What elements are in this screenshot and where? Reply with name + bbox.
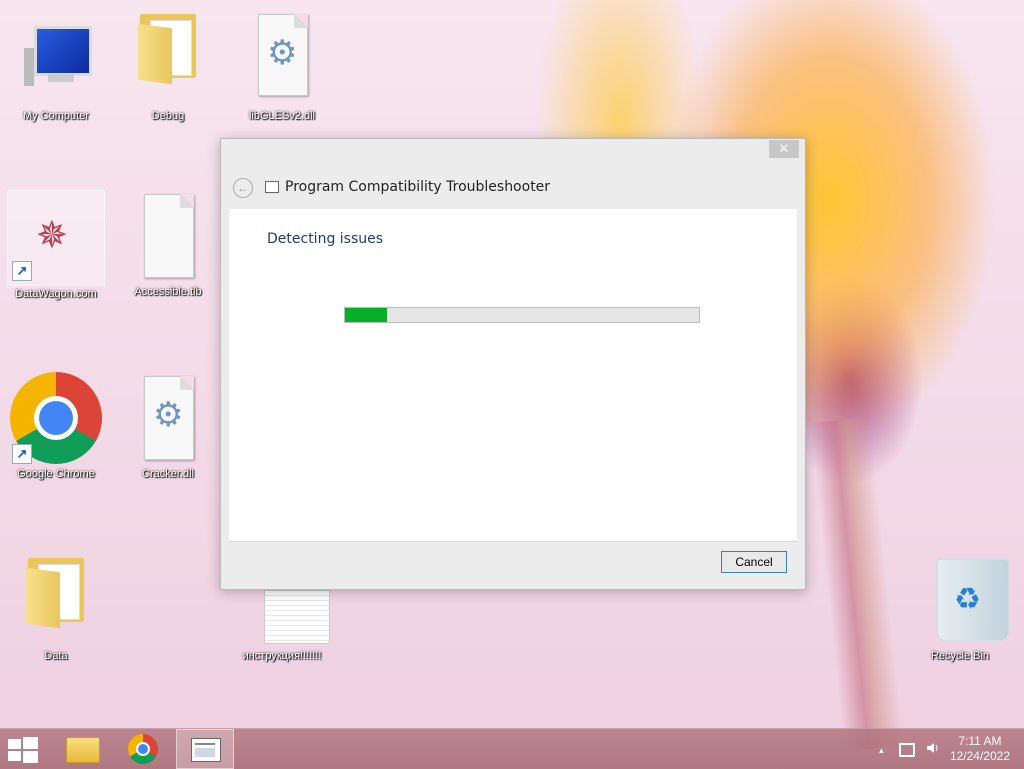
clock-date: 12/24/2022 xyxy=(949,749,1010,763)
desktop-icon-label: Google Chrome xyxy=(17,468,95,480)
desktop-icon-label: libGLESv2.dll xyxy=(248,110,316,122)
shortcut-arrow-icon: ↗ xyxy=(12,261,32,281)
folder-icon xyxy=(20,552,92,648)
troubleshooter-dialog: ✕ ← Program Compatibility Troubleshooter… xyxy=(220,138,806,590)
recycle-bin-icon: ♻ xyxy=(924,552,1010,648)
taskbar-troubleshooter[interactable] xyxy=(176,729,234,769)
progress-bar xyxy=(344,307,700,323)
folder-icon xyxy=(132,8,204,108)
clock-time: 7:11 AM xyxy=(958,734,1002,748)
wallpaper-flower-stem xyxy=(810,416,905,752)
desktop-icon-datawagon[interactable]: ✵ ↗ DataWagon.com xyxy=(6,190,106,300)
desktop-icon-my-computer[interactable]: My Computer xyxy=(6,18,106,122)
file-icon xyxy=(132,190,204,284)
desktop-icon-accessible-tlb[interactable]: Accessible.tlb xyxy=(118,190,218,298)
desktop-icon-instruction[interactable]: инструкция!!!!!!! xyxy=(232,588,332,662)
troubleshooter-icon xyxy=(191,738,221,762)
dialog-content: Detecting issues xyxy=(229,209,797,541)
chrome-icon: ↗ xyxy=(8,370,104,466)
text-file-icon xyxy=(246,588,330,648)
status-heading: Detecting issues xyxy=(267,231,384,247)
troubleshooter-icon xyxy=(265,181,279,193)
dll-file-icon: ⚙ xyxy=(246,8,318,108)
footer-divider xyxy=(229,541,797,542)
desktop-icon-label: DataWagon.com xyxy=(15,288,97,300)
desktop-icon-recycle-bin[interactable]: ♻ Recycle Bin xyxy=(910,552,1010,662)
dialog-title: Program Compatibility Troubleshooter xyxy=(285,179,551,195)
desktop-icon-cracker-dll[interactable]: ⚙ Cracker.dll xyxy=(118,372,218,480)
datawagon-logo-icon: ✵ ↗ xyxy=(7,190,105,286)
desktop-icon-label: Recycle Bin xyxy=(930,650,990,662)
desktop-icon-label: Cracker.dll xyxy=(142,468,194,480)
taskbar: ▲ 7:11 AM 12/24/2022 xyxy=(0,728,1024,769)
back-arrow-icon[interactable]: ← xyxy=(233,178,253,198)
dll-file-icon: ⚙ xyxy=(132,372,204,466)
desktop-icon-google-chrome[interactable]: ↗ Google Chrome xyxy=(6,370,106,480)
desktop-icon-libglesv2[interactable]: ⚙ libGLESv2.dll xyxy=(232,8,332,122)
clock[interactable]: 7:11 AM 12/24/2022 xyxy=(950,734,1010,764)
progress-fill xyxy=(345,308,388,322)
taskbar-file-explorer[interactable] xyxy=(54,729,110,769)
taskbar-chrome[interactable] xyxy=(116,729,172,769)
show-hidden-icons-icon[interactable]: ▲ xyxy=(877,746,885,755)
start-button[interactable] xyxy=(8,737,38,763)
desktop-icon-label: Data xyxy=(44,650,68,662)
file-explorer-icon xyxy=(66,737,100,763)
desktop-icon-debug[interactable]: Debug xyxy=(118,8,218,122)
desktop-icon-label: инструкция!!!!!!! xyxy=(242,650,322,662)
cancel-button[interactable]: Cancel xyxy=(721,551,787,573)
close-button[interactable]: ✕ xyxy=(769,140,799,158)
system-tray: ▲ xyxy=(877,741,940,758)
chrome-icon xyxy=(128,734,158,764)
desktop-icon-label: Accessible.tlb xyxy=(134,286,202,298)
volume-icon[interactable] xyxy=(926,741,940,758)
desktop-icon-data[interactable]: Data xyxy=(6,552,106,662)
network-icon[interactable] xyxy=(898,742,915,757)
desktop-icon-label: My Computer xyxy=(22,110,90,122)
shortcut-arrow-icon: ↗ xyxy=(12,444,32,464)
desktop-icon-label: Debug xyxy=(151,110,185,122)
computer-icon xyxy=(20,18,92,108)
